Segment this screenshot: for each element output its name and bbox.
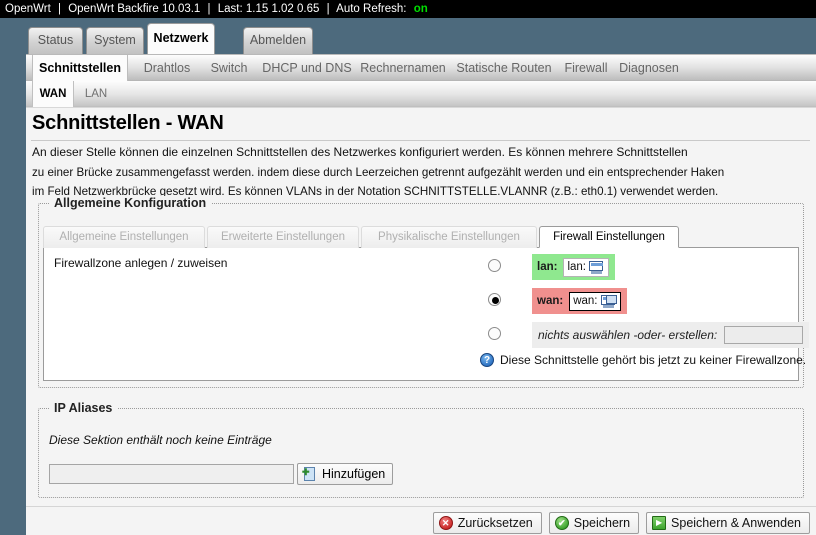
ifacetab-label: LAN bbox=[84, 88, 108, 100]
zone-badge-wan-name: wan: bbox=[537, 295, 564, 307]
play-icon bbox=[652, 516, 667, 530]
save-button[interactable]: Speichern bbox=[548, 512, 640, 534]
network-wan-icon bbox=[600, 294, 617, 308]
general-configuration-fieldset: Allgemeine Konfiguration Firewallzone an… bbox=[38, 196, 810, 388]
page-description: An dieser Stelle können die einzelnen Sc… bbox=[32, 143, 810, 202]
inner-tab-erweiterte-einstellungen[interactable]: Erweiterte Einstellungen bbox=[207, 226, 359, 248]
tab-label: Abmelden bbox=[249, 33, 307, 47]
inner-tab-label: Erweiterte Einstellungen bbox=[220, 231, 345, 243]
sub-tab-bar: Schnittstellen Drahtlos Switch DHCP und DNS… bbox=[26, 54, 816, 82]
subtab-switch[interactable]: Switch bbox=[202, 55, 256, 82]
save-and-apply-button[interactable]: Speichern & Anwenden bbox=[646, 512, 810, 534]
zone-radio-lan[interactable] bbox=[488, 259, 501, 272]
ip-aliases-fieldset: IP Aliases Diese Sektion enthält noch ke… bbox=[38, 401, 804, 498]
auto-refresh-label: Auto Refresh: bbox=[336, 3, 407, 15]
subtab-label: DHCP und DNS bbox=[262, 61, 352, 75]
reset-icon bbox=[438, 516, 453, 530]
inner-tab-label: Allgemeine Einstellungen bbox=[59, 231, 189, 243]
tab-netzwerk[interactable]: Netzwerk bbox=[147, 23, 215, 54]
page-description-line-2: zu einer Brücke zusammengefasst werden. … bbox=[32, 165, 725, 179]
network-lan-icon bbox=[589, 260, 605, 274]
status-sep-1: | bbox=[58, 3, 62, 15]
zone-none-label: nichts auswählen -oder- erstellen: bbox=[538, 328, 718, 342]
zone-badge-wan[interactable]: wan: wan: bbox=[532, 288, 627, 314]
add-icon bbox=[302, 466, 317, 482]
tab-system[interactable]: System bbox=[86, 27, 144, 54]
save-and-apply-button-label: Speichern & Anwenden bbox=[671, 516, 801, 530]
subtab-statische-routen[interactable]: Statische Routen bbox=[452, 55, 556, 82]
tab-label: System bbox=[94, 33, 136, 47]
tab-label: Status bbox=[37, 33, 74, 47]
page-description-line-1: An dieser Stelle können die einzelnen Sc… bbox=[32, 145, 688, 159]
subtab-dhcp-und-dns[interactable]: DHCP und DNS bbox=[260, 55, 354, 82]
subtab-schnittstellen[interactable]: Schnittstellen bbox=[32, 55, 128, 82]
inner-tab-allgemeine-einstellungen[interactable]: Allgemeine Einstellungen bbox=[43, 226, 205, 248]
subtab-diagnosen[interactable]: Diagnosen bbox=[616, 55, 682, 82]
subtab-label: Drahtlos bbox=[143, 61, 191, 75]
ifacetab-label: WAN bbox=[39, 88, 67, 100]
tab-status[interactable]: Status bbox=[28, 27, 83, 54]
subtab-label: Firewall bbox=[564, 61, 608, 75]
title-divider bbox=[31, 140, 810, 141]
check-circle-icon bbox=[554, 516, 569, 530]
zone-chip-wan-label: wan: bbox=[573, 295, 598, 307]
subtab-label: Diagnosen bbox=[619, 61, 679, 75]
zone-chip-lan-label: lan: bbox=[567, 261, 586, 273]
inner-tab-firewall-einstellungen[interactable]: Firewall Einstellungen bbox=[539, 226, 679, 248]
zone-badge-lan[interactable]: lan: lan: bbox=[532, 254, 615, 280]
inner-tab-physikalische-einstellungen[interactable]: Physikalische Einstellungen bbox=[361, 226, 537, 248]
firewall-zone-notice-text: Diese Schnittstelle gehört bis jetzt zu … bbox=[500, 353, 807, 367]
subtab-firewall[interactable]: Firewall bbox=[558, 55, 614, 82]
reset-button[interactable]: Zurücksetzen bbox=[432, 512, 542, 534]
ip-alias-name-input[interactable] bbox=[49, 464, 294, 484]
subtab-label: Rechnernamen bbox=[360, 61, 446, 75]
status-firmware: OpenWrt Backfire 10.03.1 bbox=[68, 3, 201, 15]
zone-option-lan[interactable]: lan: lan: bbox=[488, 254, 794, 280]
tab-abmelden[interactable]: Abmelden bbox=[243, 27, 313, 54]
zone-badge-lan-name: lan: bbox=[537, 261, 558, 273]
ip-aliases-legend: IP Aliases bbox=[49, 401, 118, 415]
firewall-zone-notice: ? Diese Schnittstelle gehört bis jetzt z… bbox=[480, 353, 806, 367]
zone-radio-none[interactable] bbox=[488, 327, 501, 340]
ifacetab-wan[interactable]: WAN bbox=[32, 81, 74, 107]
subtab-drahtlos[interactable]: Drahtlos bbox=[136, 55, 198, 82]
subtab-rechnernamen[interactable]: Rechnernamen bbox=[356, 55, 450, 82]
subtab-label: Statische Routen bbox=[456, 61, 552, 75]
add-alias-button[interactable]: Hinzufügen bbox=[297, 463, 394, 485]
status-bar: OpenWrt | OpenWrt Backfire 10.03.1 | Las… bbox=[0, 0, 816, 18]
add-alias-button-label: Hinzufügen bbox=[322, 467, 386, 481]
status-load: Last: 1.15 1.02 0.65 bbox=[217, 3, 320, 15]
status-sep-2: | bbox=[207, 3, 211, 15]
footer-divider bbox=[26, 506, 816, 507]
ifacetab-lan[interactable]: LAN bbox=[76, 81, 116, 107]
general-configuration-legend: Allgemeine Konfiguration bbox=[49, 196, 212, 210]
help-icon: ? bbox=[480, 353, 494, 367]
reset-button-label: Zurücksetzen bbox=[457, 516, 533, 530]
auto-refresh-state[interactable]: on bbox=[414, 3, 428, 15]
zone-chip-lan[interactable]: lan: bbox=[563, 257, 609, 277]
content-pane: Schnittstellen - WAN An dieser Stelle kö… bbox=[26, 107, 816, 535]
zone-option-none[interactable]: nichts auswählen -oder- erstellen: bbox=[488, 322, 810, 348]
save-button-label: Speichern bbox=[573, 516, 631, 530]
zone-option-wan[interactable]: wan: wan: bbox=[488, 288, 794, 314]
status-sep-3: | bbox=[326, 3, 330, 15]
tab-label: Netzwerk bbox=[153, 31, 209, 45]
subtab-label: Schnittstellen bbox=[39, 61, 121, 75]
firewall-zone-label: Firewallzone anlegen / zuweisen bbox=[54, 256, 228, 270]
ip-aliases-empty-text: Diese Sektion enthält noch keine Einträg… bbox=[49, 433, 272, 447]
inner-tab-label: Firewall Einstellungen bbox=[553, 231, 665, 243]
zone-none-wrapper: nichts auswählen -oder- erstellen: bbox=[532, 322, 810, 348]
inner-tab-label: Physikalische Einstellungen bbox=[378, 231, 520, 243]
main-tab-bar: Status System Netzwerk Abmelden bbox=[0, 18, 816, 54]
form-actions: Zurücksetzen Speichern Speichern & Anwen… bbox=[432, 512, 810, 534]
zone-chip-wan[interactable]: wan: bbox=[569, 291, 621, 311]
status-host: OpenWrt bbox=[5, 3, 51, 15]
firewall-settings-panel: Firewallzone anlegen / zuweisen lan: lan… bbox=[43, 247, 810, 381]
interface-tab-bar: WAN LAN bbox=[26, 81, 816, 107]
new-zone-input[interactable] bbox=[724, 326, 804, 344]
page-title: Schnittstellen - WAN bbox=[32, 112, 224, 134]
zone-radio-wan[interactable] bbox=[488, 293, 501, 306]
subtab-label: Switch bbox=[210, 61, 248, 75]
